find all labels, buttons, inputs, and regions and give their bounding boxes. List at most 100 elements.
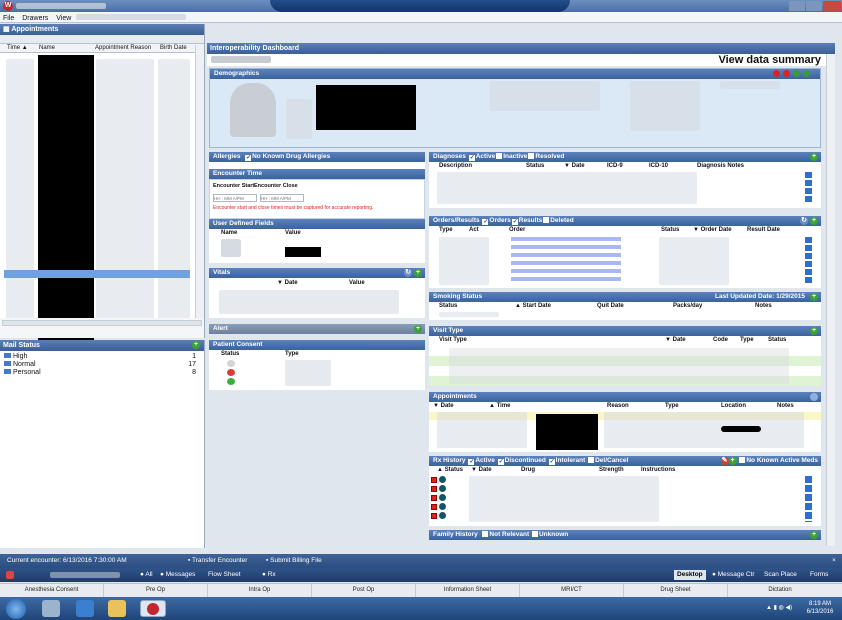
toolbar-messages[interactable]: ● Messages <box>160 568 195 582</box>
status-icon[interactable] <box>803 70 810 77</box>
toolbar-scan-place[interactable]: Scan Place <box>764 568 797 582</box>
visit-col-type: Visit Type <box>439 337 467 343</box>
taskbar-ie-icon[interactable] <box>76 600 94 617</box>
transfer-encounter-button[interactable]: ▪ Transfer Encounter <box>188 554 247 568</box>
orders-info-icons[interactable] <box>805 237 812 285</box>
rx-tools-icon[interactable]: ✎ <box>720 457 729 465</box>
rx-info-icons[interactable] <box>805 476 812 522</box>
col-name[interactable]: Name <box>39 45 55 51</box>
selected-appointment-row[interactable] <box>4 270 190 278</box>
vitals-refresh-icon[interactable]: ↻ <box>404 269 412 277</box>
mail-status-title: Mail Status <box>3 342 40 349</box>
orders-add-icon[interactable]: + <box>810 217 818 225</box>
minimize-button[interactable] <box>789 1 805 11</box>
toolbar-rx[interactable]: ● Rx <box>262 568 276 582</box>
smoking-add-icon[interactable]: + <box>810 293 818 301</box>
taskbar-clock[interactable]: 8:19 AM 6/13/2016 <box>800 600 840 616</box>
tab-information-sheet[interactable]: Information Sheet <box>416 584 520 597</box>
appointments-scrollbar[interactable] <box>195 45 204 336</box>
diag-col-status: Status <box>526 163 545 169</box>
family-history-add-icon[interactable]: + <box>810 531 818 539</box>
diag-active-checkbox[interactable]: ✓ <box>468 155 475 161</box>
tab-intra-op[interactable]: Intra Op <box>208 584 312 597</box>
taskbar-folder-icon[interactable] <box>108 600 126 617</box>
fh-not-relevant-checkbox[interactable] <box>482 531 489 537</box>
start-button-icon[interactable] <box>6 599 26 619</box>
alert-add-icon[interactable]: + <box>414 325 422 333</box>
menu-file[interactable]: File <box>0 13 17 24</box>
mail-add-icon[interactable]: + <box>192 341 200 349</box>
appointments-refresh-icon[interactable] <box>810 393 818 401</box>
rx-discontinued-checkbox[interactable]: ✓ <box>497 459 504 465</box>
rx-intolerant-checkbox[interactable]: ✓ <box>548 459 555 465</box>
rx-status-icons[interactable] <box>431 476 451 524</box>
encounter-time-header: Encounter Time <box>209 169 425 179</box>
tab-drug-sheet[interactable]: Drug Sheet <box>624 584 728 597</box>
tray-icons[interactable]: ▲ ▮ ◍ ◀) <box>766 604 792 611</box>
col-birthdate[interactable]: Birth Date <box>160 45 187 51</box>
tab-pre-op[interactable]: Pre Op <box>104 584 208 597</box>
tab-dictation[interactable]: Dictation <box>728 584 832 597</box>
orders-checkbox[interactable]: ✓ <box>482 219 488 225</box>
rx-stop-icon[interactable] <box>431 477 437 483</box>
diagnoses-info-icons[interactable] <box>805 172 812 204</box>
tab-post-op[interactable]: Post Op <box>312 584 416 597</box>
rx-globe-icon <box>438 485 446 492</box>
patient-selector-blurred[interactable] <box>50 572 120 578</box>
toolbar-message-ctr[interactable]: ● Message Ctr <box>712 568 755 582</box>
mail-row-personal[interactable]: Personal 8 <box>4 369 200 376</box>
taskbar-app-icon[interactable] <box>42 600 60 617</box>
tab-anesthesia-consent[interactable]: Anesthesia Consent <box>0 584 104 597</box>
encounter-start-input[interactable] <box>213 194 257 202</box>
orders-links-blurred[interactable] <box>511 237 621 285</box>
view-data-summary[interactable]: View data summary <box>718 54 821 66</box>
rx-stop-icon[interactable] <box>431 504 437 510</box>
smoking-last-updated: Last Updated Date: 1/29/2015 <box>715 293 805 300</box>
taskbar-active-app-icon[interactable] <box>140 600 166 617</box>
rx-no-known-checkbox[interactable] <box>739 457 746 463</box>
tab-mri-ct[interactable]: MRI/CT <box>520 584 624 597</box>
fh-unknown-checkbox[interactable] <box>531 531 538 537</box>
alert-icon[interactable] <box>773 70 780 77</box>
horizontal-scrollbar[interactable] <box>2 320 202 326</box>
nkda-checkbox[interactable]: ✓ <box>245 155 251 161</box>
orders-refresh-icon[interactable]: ↻ <box>800 217 808 225</box>
toolbar-messages-label: Messages <box>165 571 196 578</box>
status-icon[interactable] <box>793 70 800 77</box>
diagnoses-add-icon[interactable]: + <box>810 153 818 161</box>
menu-drawers[interactable]: Drawers <box>19 13 51 24</box>
rx-stop-icon[interactable] <box>431 495 437 501</box>
maximize-button[interactable] <box>806 1 822 11</box>
diag-inactive-checkbox[interactable] <box>496 153 503 159</box>
results-checkbox[interactable]: ✓ <box>511 219 518 225</box>
col-reason[interactable]: Appointment Reason <box>95 45 151 51</box>
mail-row-normal[interactable]: Normal 17 <box>4 361 200 368</box>
orders-filter-label: Orders <box>489 217 511 224</box>
submit-billing-button[interactable]: ▪ Submit Billing File <box>266 554 322 568</box>
diag-col-icd9: ICD-9 <box>607 163 623 169</box>
toolbar-all[interactable]: ● All <box>140 568 153 582</box>
visit-type-add-icon[interactable]: + <box>810 327 818 335</box>
vitals-add-icon[interactable]: + <box>414 269 422 277</box>
deleted-checkbox[interactable] <box>543 217 550 223</box>
mail-row-high[interactable]: High 1 <box>4 353 200 360</box>
close-window-button[interactable] <box>823 1 841 11</box>
rx-stop-icon[interactable] <box>431 513 437 519</box>
encounter-close-icon[interactable]: × <box>832 554 836 568</box>
toolbar-desktop[interactable]: Desktop <box>674 570 706 580</box>
encounter-close-input[interactable] <box>260 194 304 202</box>
alert-icon[interactable] <box>783 70 790 77</box>
toolbar-flow-sheet[interactable]: Flow Sheet <box>208 568 241 582</box>
rx-add-icon[interactable]: + <box>728 457 737 465</box>
rx-active-checkbox[interactable]: ✓ <box>468 459 474 465</box>
rx-delcancel-checkbox[interactable] <box>588 457 595 463</box>
toolbar-forms[interactable]: Forms <box>810 568 828 582</box>
rx-globe-icon <box>438 512 446 519</box>
diag-resolved-checkbox[interactable] <box>528 153 535 159</box>
patient-icon[interactable] <box>6 571 14 579</box>
menu-view[interactable]: View <box>53 13 74 24</box>
col-time[interactable]: Time ▲ <box>7 45 28 51</box>
appointments-header: ▦ Appointments <box>0 24 204 35</box>
dashboard-scrollbar[interactable] <box>826 54 835 546</box>
rx-stop-icon[interactable] <box>431 486 437 492</box>
